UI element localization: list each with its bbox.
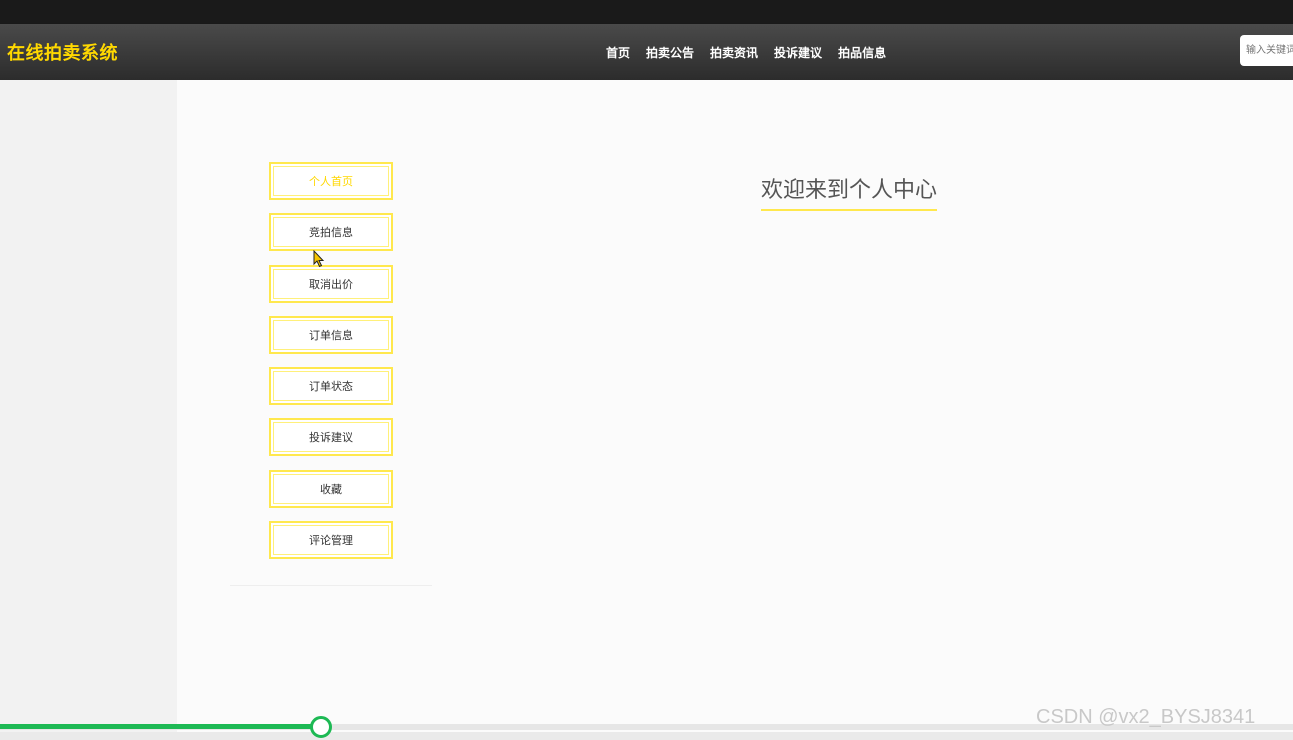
window-top-strip [0,0,1293,24]
page-title: 欢迎来到个人中心 [761,172,938,211]
user-center-menu: 个人首页 竞拍信息 取消出价 订单信息 订单状态 投诉建议 收藏 评论管理 [269,162,393,572]
nav-auction-news[interactable]: 拍卖资讯 [702,44,766,61]
content-area: 个人首页 竞拍信息 取消出价 订单信息 订单状态 投诉建议 收藏 评论管理 欢迎… [177,80,1293,732]
menu-item-order-status[interactable]: 订单状态 [269,367,393,406]
nav-home[interactable]: 首页 [598,44,638,61]
watermark: CSDN @vx2_BYSJ8341 [1036,706,1256,728]
menu-item-comment-management[interactable]: 评论管理 [269,521,393,560]
top-navbar: 在线拍卖系统 首页 拍卖公告 拍卖资讯 投诉建议 拍品信息 [0,24,1293,80]
nav-complaints[interactable]: 投诉建议 [766,44,830,61]
player-bottom-strip [0,732,1293,740]
menu-item-favorites[interactable]: 收藏 [269,469,393,508]
mouse-pointer-icon [313,250,325,268]
menu-item-cancel-bid[interactable]: 取消出价 [269,264,393,303]
menu-item-complaints[interactable]: 投诉建议 [269,418,393,457]
menu-item-order-info[interactable]: 订单信息 [269,315,393,354]
video-progress-handle[interactable] [310,716,332,738]
menu-divider [230,585,432,586]
nav-auction-announcements[interactable]: 拍卖公告 [638,44,702,61]
menu-item-bidding-info[interactable]: 竞拍信息 [269,213,393,252]
search-input[interactable] [1240,35,1293,66]
main-nav: 首页 拍卖公告 拍卖资讯 投诉建议 拍品信息 [598,24,894,80]
left-gutter [0,80,177,740]
menu-item-personal-home[interactable]: 个人首页 [269,162,393,200]
video-progress-fill [0,724,321,729]
nav-auction-items[interactable]: 拍品信息 [830,44,894,61]
site-logo[interactable]: 在线拍卖系统 [7,39,118,65]
